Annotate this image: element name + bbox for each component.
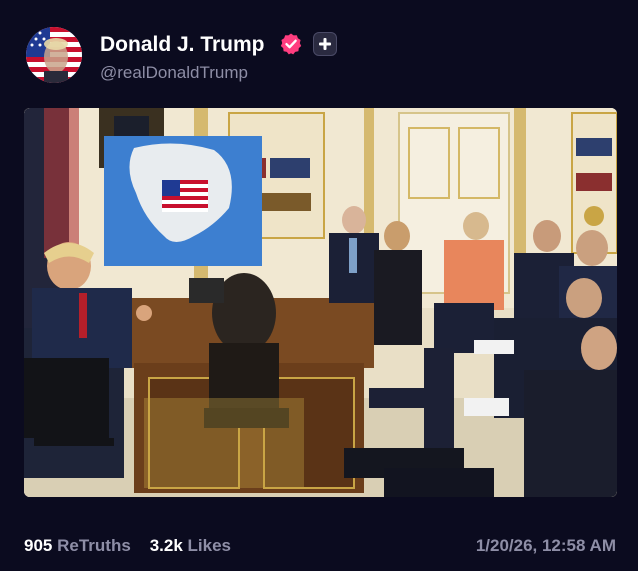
- truth-post: Donald J. Trump @realDonaldTrump 905 ReT…: [0, 0, 638, 571]
- meeting-photo: [24, 108, 617, 497]
- flag-face-avatar-icon: [26, 27, 82, 83]
- post-stats: 905 ReTruths 3.2k Likes: [24, 536, 231, 556]
- verified-badge-icon: [279, 32, 303, 56]
- post-image[interactable]: [24, 108, 617, 497]
- author-handle[interactable]: @realDonaldTrump: [100, 63, 248, 83]
- retruths-count[interactable]: 905: [24, 536, 52, 555]
- likes-label[interactable]: Likes: [188, 536, 231, 555]
- retruths-label[interactable]: ReTruths: [57, 536, 131, 555]
- follow-button[interactable]: [313, 32, 337, 56]
- author-avatar[interactable]: [26, 27, 82, 83]
- likes-count[interactable]: 3.2k: [150, 536, 183, 555]
- author-display-name[interactable]: Donald J. Trump: [100, 33, 265, 57]
- plus-icon: [319, 38, 331, 50]
- post-timestamp[interactable]: 1/20/26, 12:58 AM: [476, 536, 616, 556]
